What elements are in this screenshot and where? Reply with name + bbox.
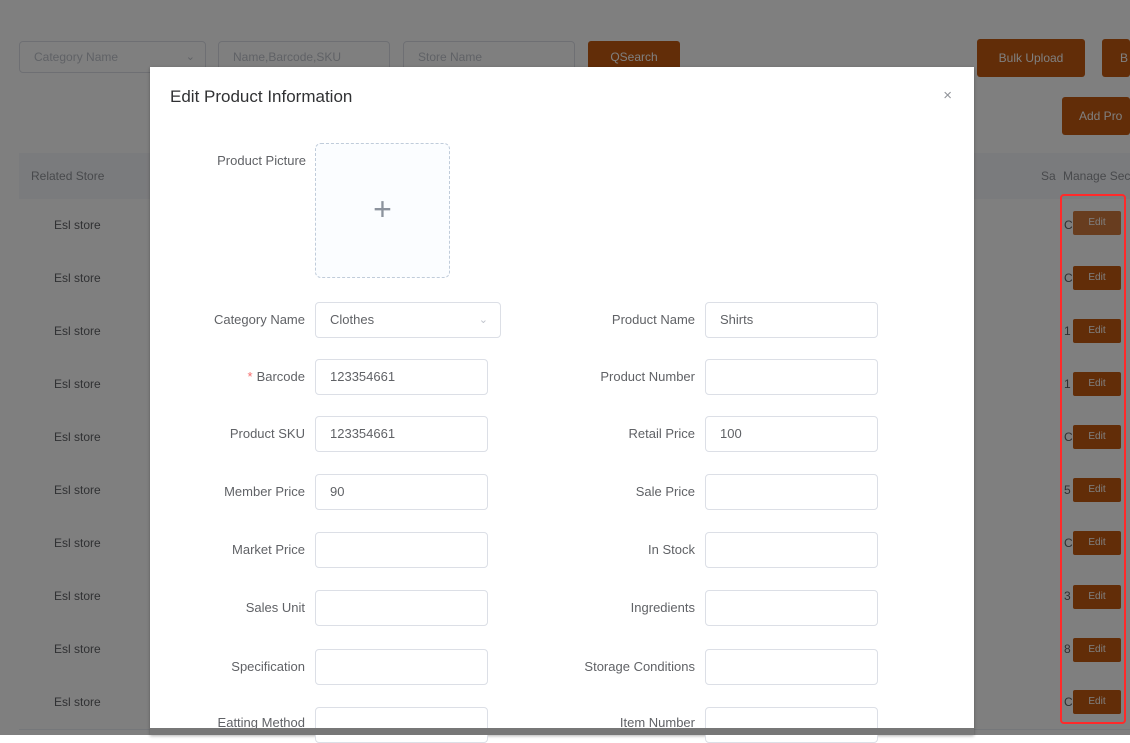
storage-conditions-label: Storage Conditions xyxy=(584,659,695,674)
product-name-value: Shirts xyxy=(720,312,754,327)
barcode-value: 123354661 xyxy=(330,369,396,384)
plus-icon: + xyxy=(373,191,392,227)
sales-unit-input[interactable] xyxy=(315,590,488,626)
in-stock-label: In Stock xyxy=(648,542,695,557)
required-mark: * xyxy=(247,369,253,384)
chevron-down-icon: ⌄ xyxy=(478,314,488,326)
category-name-value: Clothes xyxy=(330,312,375,327)
dialog-title: Edit Product Information xyxy=(170,87,353,106)
sale-price-label: Sale Price xyxy=(635,484,695,499)
close-icon[interactable]: × xyxy=(943,87,952,104)
retail-price-value: 100 xyxy=(720,426,742,441)
product-sku-value: 123354661 xyxy=(330,426,396,441)
retail-price-input[interactable]: 100 xyxy=(705,416,878,452)
member-price-input[interactable]: 90 xyxy=(315,474,488,510)
ingredients-label: Ingredients xyxy=(630,600,695,615)
product-name-label: Product Name xyxy=(611,312,695,327)
eatting-method-label: Eatting Method xyxy=(217,715,305,730)
barcode-label: * Barcode xyxy=(155,359,305,395)
horizontal-scrollbar[interactable] xyxy=(150,728,974,735)
product-number-label: Product Number xyxy=(600,369,695,384)
sale-price-input[interactable] xyxy=(705,474,878,510)
barcode-input[interactable]: 123354661 xyxy=(315,359,488,395)
member-price-value: 90 xyxy=(330,484,345,499)
eatting-method-input[interactable] xyxy=(315,707,488,743)
ingredients-input[interactable] xyxy=(705,590,878,626)
edit-product-dialog: Edit Product Information × Product Pictu… xyxy=(150,67,974,743)
product-name-input[interactable]: Shirts xyxy=(705,302,878,338)
retail-price-label: Retail Price xyxy=(628,426,695,441)
product-sku-input[interactable]: 123354661 xyxy=(315,416,488,452)
market-price-input[interactable] xyxy=(315,532,488,568)
barcode-label-text: Barcode xyxy=(256,369,305,384)
category-name-select[interactable]: Clothes ⌄ xyxy=(315,302,501,338)
specification-label: Specification xyxy=(231,659,305,674)
item-number-input[interactable] xyxy=(705,707,878,743)
in-stock-input[interactable] xyxy=(705,532,878,568)
specification-input[interactable] xyxy=(315,649,488,685)
edit-column-highlight xyxy=(1060,194,1126,724)
market-price-label: Market Price xyxy=(232,542,305,557)
item-number-label: Item Number xyxy=(619,715,695,730)
product-sku-label: Product SKU xyxy=(229,426,305,441)
product-picture-label: Product Picture xyxy=(217,153,306,168)
member-price-label: Member Price xyxy=(224,484,305,499)
product-number-input[interactable] xyxy=(705,359,878,395)
picture-upload-area[interactable]: + xyxy=(315,143,450,278)
sales-unit-label: Sales Unit xyxy=(245,600,305,615)
storage-conditions-input[interactable] xyxy=(705,649,878,685)
category-name-label: Category Name xyxy=(213,312,305,327)
